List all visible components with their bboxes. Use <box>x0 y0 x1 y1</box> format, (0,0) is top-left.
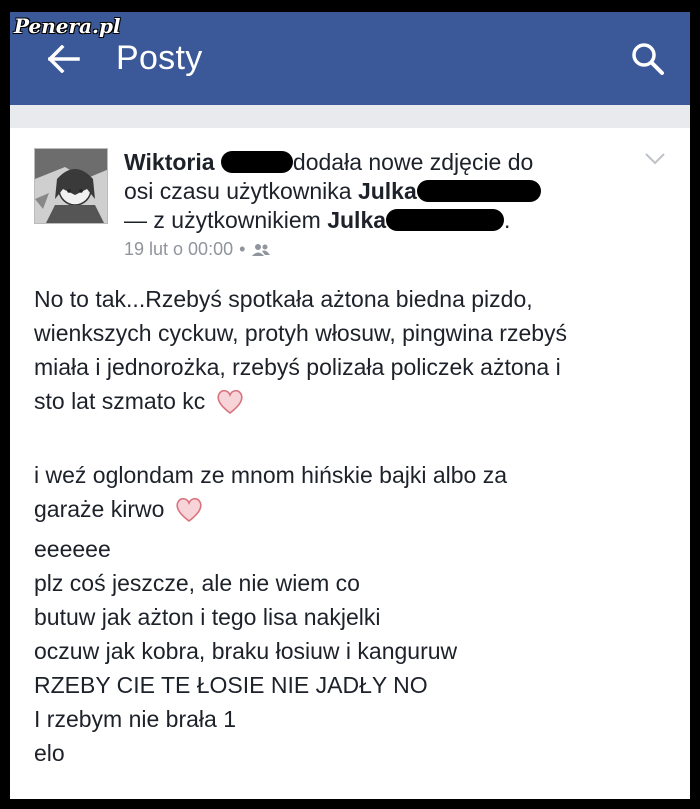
body-line: plz coś jeszcze, ale nie wiem co <box>34 570 360 596</box>
post-meta: 19 lut o 00:00 • <box>124 239 608 260</box>
body-line: garaże kirwo <box>34 496 165 522</box>
phone-screen: Posty Wiktoria dodała nowe zdjęcie do os… <box>10 12 690 799</box>
arrow-left-icon[interactable] <box>46 41 82 77</box>
avatar[interactable] <box>34 148 108 224</box>
search-icon[interactable] <box>628 39 668 79</box>
redacted-surname <box>416 180 541 202</box>
tail-period: . <box>504 207 511 233</box>
body-line: i weź oglondam ze mnom hińskie bajki alb… <box>34 462 508 488</box>
body-line: RZEBY CIE TE ŁOSIE NIE JADŁY NO <box>34 672 428 698</box>
body-line: sto lat szmato kc <box>34 388 206 414</box>
body-line: I rzebym nie brała 1 <box>34 706 236 732</box>
body-line: eeeeee <box>34 536 111 562</box>
post-body: No to tak...Rzebyś spotkała ażtona biedn… <box>34 282 668 770</box>
post-header-text: Wiktoria dodała nowe zdjęcie do osi czas… <box>124 148 668 260</box>
body-line: butuw jak ażton i tego lisa nakjelki <box>34 604 381 630</box>
post-card: Wiktoria dodała nowe zdjęcie do osi czas… <box>10 128 690 799</box>
body-line: No to tak...Rzebyś spotkała ażtona biedn… <box>34 286 533 312</box>
with-prefix: — z użytkownikiem <box>124 207 321 233</box>
target-user-name[interactable]: Julka <box>358 178 417 204</box>
heart-icon <box>216 389 244 424</box>
body-line: oczuw jak kobra, braku łosiuw i kanguruw <box>34 638 458 664</box>
action-text-1: dodała nowe zdjęcie do <box>292 149 534 175</box>
friends-icon <box>251 243 271 257</box>
action-text-2: osi czasu użytkownika <box>124 178 352 204</box>
body-line: elo <box>34 740 65 766</box>
body-line: wienkszych cyckuw, protyh włosuw, pingwi… <box>34 320 568 346</box>
tagged-user-name[interactable]: Julka <box>327 207 386 233</box>
post-header: Wiktoria dodała nowe zdjęcie do osi czas… <box>34 148 668 260</box>
post-timestamp[interactable]: 19 lut o 00:00 <box>124 239 233 260</box>
watermark: Penera.pl <box>14 14 121 38</box>
chevron-down-icon[interactable] <box>644 152 666 171</box>
redacted-surname <box>386 209 505 231</box>
heart-icon <box>175 497 203 532</box>
author-name[interactable]: Wiktoria <box>124 149 215 175</box>
page-title: Posty <box>116 39 203 77</box>
feed-gap <box>10 105 690 128</box>
redacted-surname <box>220 151 293 173</box>
body-line: miała i jednorożka, rzebyś polizała poli… <box>34 354 561 380</box>
meta-separator: • <box>239 239 246 259</box>
